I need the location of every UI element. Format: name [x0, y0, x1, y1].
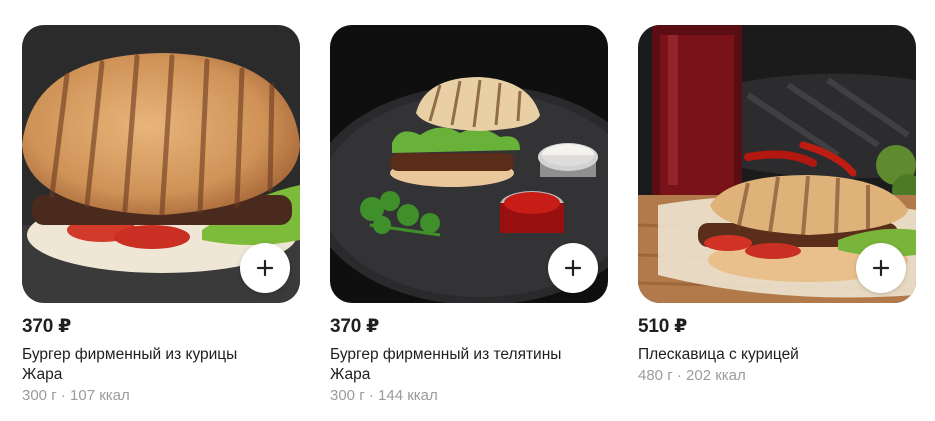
product-price: 370 ₽	[330, 316, 380, 337]
product-card[interactable]: 370 ₽ Бургер фирменный из телятины Жара …	[330, 25, 608, 406]
add-to-cart-button[interactable]	[548, 243, 598, 293]
product-card[interactable]: 510 ₽ Плескавица с курицей 480 г · 202 к…	[638, 25, 916, 386]
product-name[interactable]: Бургер фирменный из телятины Жара	[330, 345, 608, 385]
product-image[interactable]	[22, 25, 300, 303]
product-name-line: Жара	[330, 366, 371, 383]
product-calories: 144 ккал	[378, 387, 438, 404]
product-price: 370 ₽	[22, 316, 72, 337]
product-name-line: Жара	[22, 366, 63, 383]
product-weight: 300 г	[330, 387, 365, 404]
plus-icon	[256, 259, 274, 277]
product-meta: 300 г · 107 ккал	[22, 386, 300, 406]
product-price: 510 ₽	[638, 316, 688, 337]
add-to-cart-button[interactable]	[240, 243, 290, 293]
product-weight: 480 г	[638, 367, 673, 384]
product-name-line: Бургер фирменный из курицы	[22, 346, 238, 363]
add-to-cart-button[interactable]	[856, 243, 906, 293]
product-name[interactable]: Плескавица с курицей	[638, 345, 916, 365]
product-card[interactable]: 370 ₽ Бургер фирменный из курицы Жара 30…	[22, 25, 300, 406]
product-calories: 202 ккал	[686, 367, 746, 384]
meta-separator: ·	[60, 387, 66, 404]
meta-separator: ·	[676, 367, 682, 384]
product-name-line: Плескавица с курицей	[638, 346, 799, 363]
product-image[interactable]	[638, 25, 916, 303]
product-name[interactable]: Бургер фирменный из курицы Жара	[22, 345, 300, 385]
plus-icon	[872, 259, 890, 277]
product-name-line: Бургер фирменный из телятины	[330, 346, 562, 363]
plus-icon	[564, 259, 582, 277]
product-weight: 300 г	[22, 387, 57, 404]
product-calories: 107 ккал	[70, 387, 130, 404]
product-meta: 300 г · 144 ккал	[330, 386, 608, 406]
product-image[interactable]	[330, 25, 608, 303]
meta-separator: ·	[368, 387, 374, 404]
product-meta: 480 г · 202 ккал	[638, 366, 916, 386]
